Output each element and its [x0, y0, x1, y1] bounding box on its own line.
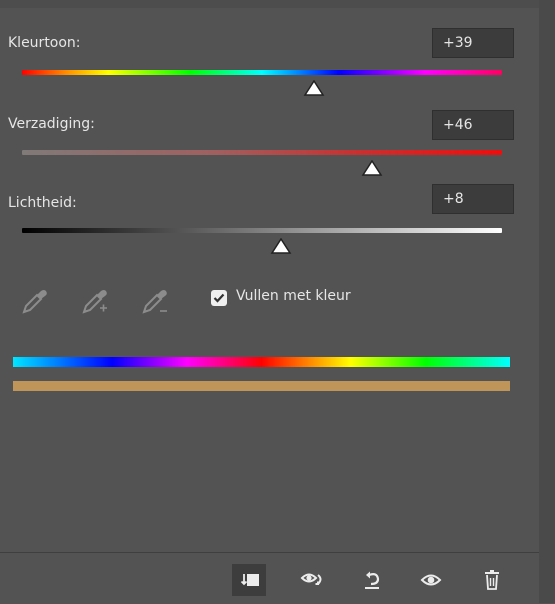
hue-value-field[interactable]: +39 [432, 28, 514, 58]
saturation-label: Verzadiging: [8, 116, 95, 132]
saturation-slider-track[interactable] [22, 150, 502, 155]
eyedropper-minus-icon[interactable] [140, 286, 170, 316]
clip-to-layer-icon [240, 574, 259, 586]
view-previous-state-icon [300, 573, 322, 585]
lightness-slider-thumb[interactable] [270, 238, 292, 256]
hue-saturation-panel: Kleurtoon: +39 Verzadiging: +46 Lichthei… [0, 0, 555, 604]
checkmark-icon [213, 293, 225, 303]
saturation-value-field[interactable]: +46 [432, 110, 514, 140]
source-spectrum-bar [13, 357, 510, 367]
eyedropper-plus-icon[interactable] [80, 286, 110, 316]
panel-scrollbar-gutter [539, 0, 555, 603]
colorize-label: Vullen met kleur [236, 288, 351, 304]
visibility-eye-icon [420, 574, 442, 586]
result-color-bar [13, 381, 510, 391]
hue-slider-track[interactable] [22, 70, 502, 75]
colorize-checkbox[interactable] [211, 290, 227, 306]
panel-footer [0, 552, 539, 604]
eyedropper-icon[interactable] [20, 286, 50, 316]
hue-slider-thumb[interactable] [303, 80, 325, 98]
lightness-slider-track[interactable] [22, 228, 502, 233]
toggle-visibility-button[interactable] [414, 564, 448, 596]
trash-icon [485, 570, 499, 590]
delete-button[interactable] [476, 564, 510, 596]
view-previous-state-button[interactable] [295, 564, 329, 596]
lightness-label: Lichtheid: [8, 195, 77, 211]
panel-top-edge [0, 0, 555, 8]
reset-icon [365, 571, 380, 589]
hue-label: Kleurtoon: [8, 35, 81, 51]
lightness-value-field[interactable]: +8 [432, 184, 514, 214]
saturation-slider-thumb[interactable] [361, 160, 383, 178]
reset-button[interactable] [356, 564, 390, 596]
clip-to-layer-button[interactable] [232, 564, 266, 596]
